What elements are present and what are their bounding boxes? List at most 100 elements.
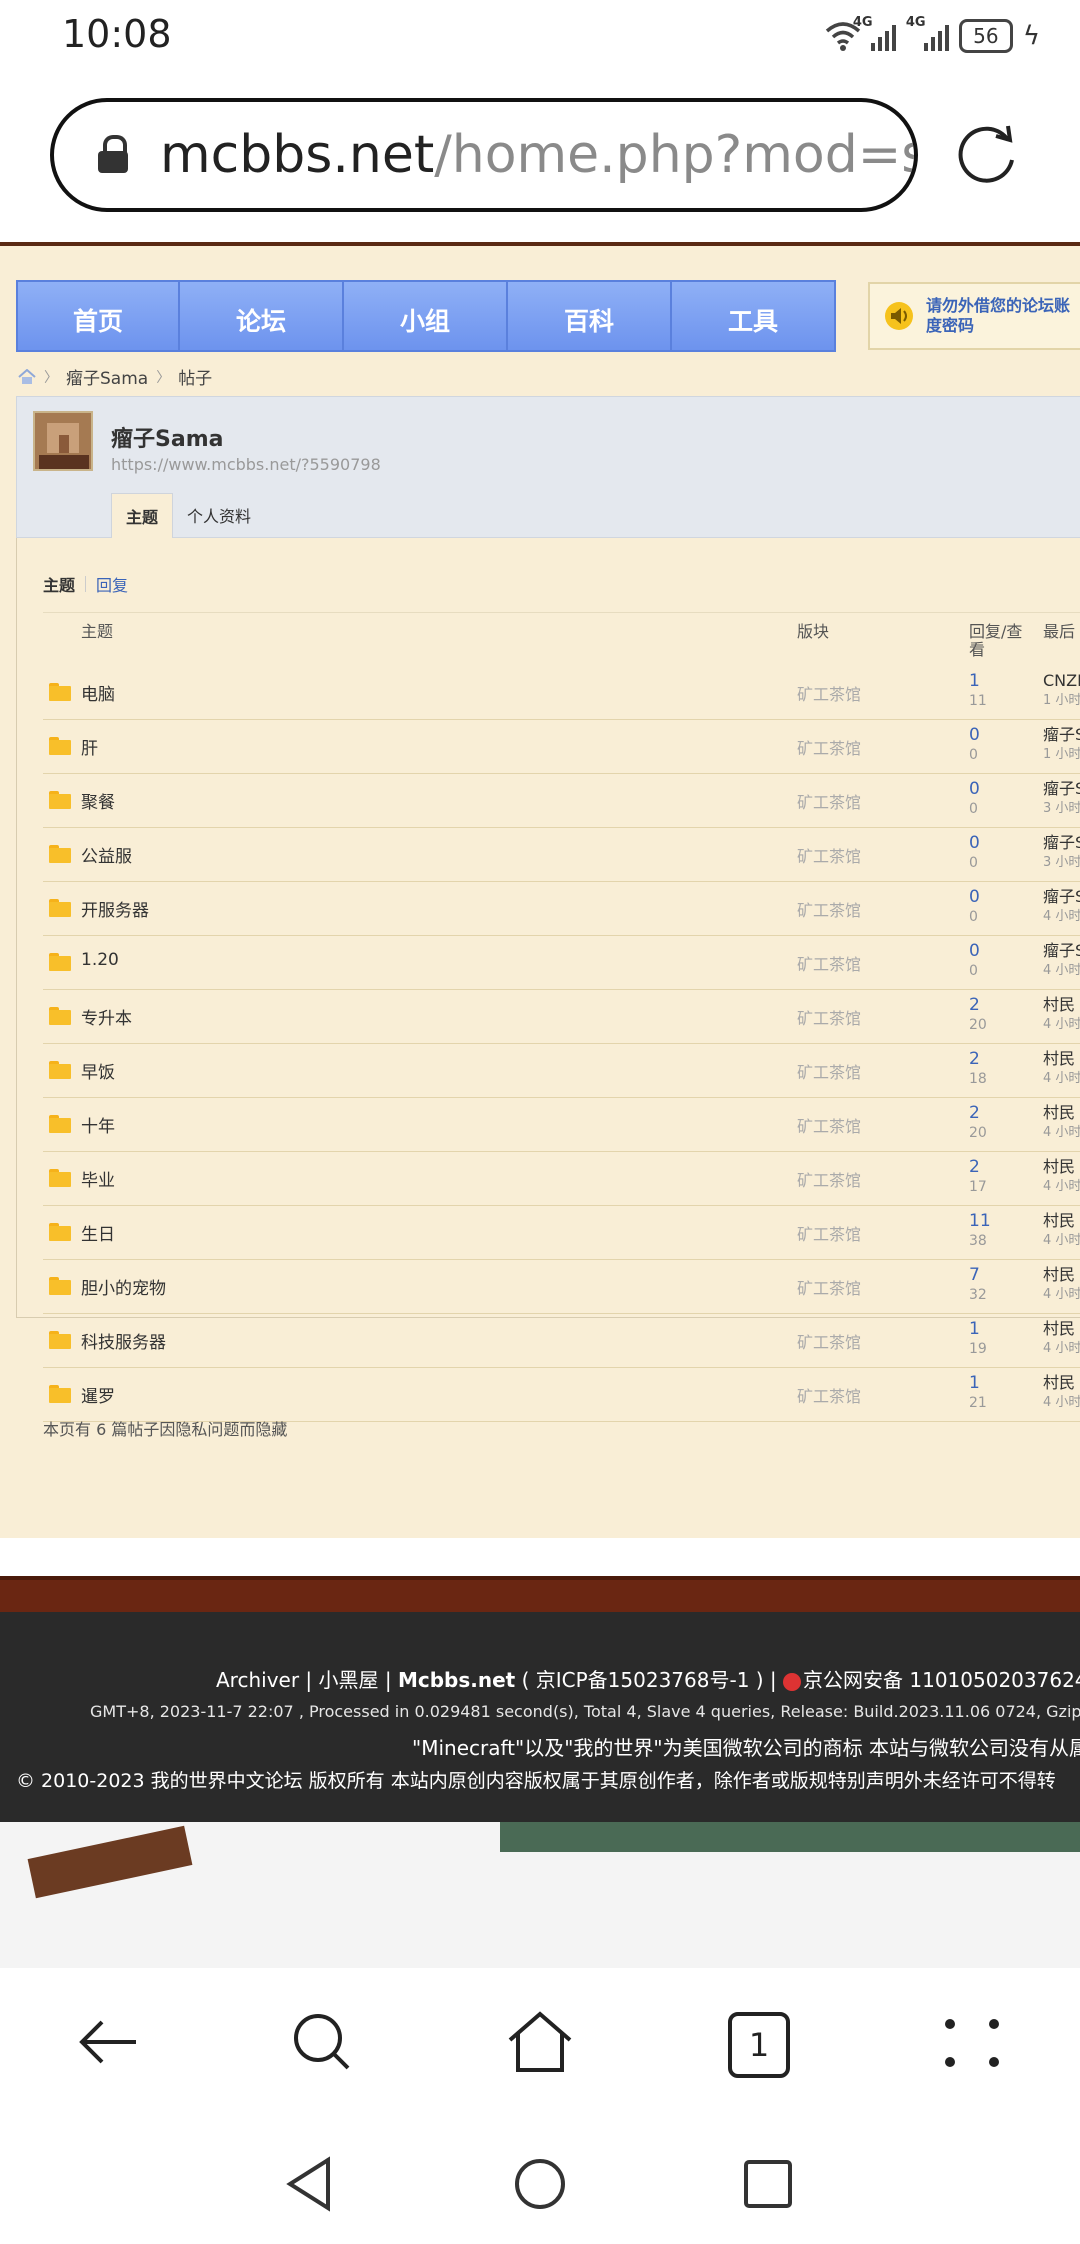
thread-title[interactable]: 1.20 — [81, 950, 119, 970]
thread-reply-count[interactable]: 7 — [969, 1266, 980, 1284]
search-icon[interactable] — [286, 2006, 358, 2078]
thread-last-poster[interactable]: 村民 — [1043, 1266, 1075, 1284]
thread-title[interactable]: 电脑 — [81, 680, 115, 705]
footer-police-record[interactable]: 京公网安备 11010502037624号 | 手机 — [803, 1668, 1080, 1692]
table-row[interactable]: 十年 矿工茶馆 2 20 村民 4 小时 — [43, 1098, 1080, 1152]
thread-forum[interactable]: 矿工茶馆 — [797, 735, 861, 759]
thread-title[interactable]: 暹罗 — [81, 1382, 115, 1407]
thread-title[interactable]: 早饭 — [81, 1058, 115, 1083]
table-row[interactable]: 聚餐 矿工茶馆 0 0 瘤子S 3 小时 — [43, 774, 1080, 828]
nav-forum[interactable]: 论坛 — [180, 280, 344, 352]
thread-forum[interactable]: 矿工茶馆 — [797, 1275, 861, 1299]
thread-title[interactable]: 胆小的宠物 — [81, 1274, 166, 1299]
url-text[interactable]: mcbbs.net/home.php?mod=sp — [160, 125, 914, 185]
table-row[interactable]: 暹罗 矿工茶馆 1 21 村民 4 小时 — [43, 1368, 1080, 1422]
thread-reply-count[interactable]: 0 — [969, 780, 980, 798]
footer-site-name[interactable]: Mcbbs.net — [398, 1668, 515, 1692]
thread-reply-count[interactable]: 11 — [969, 1212, 991, 1230]
thread-forum[interactable]: 矿工茶馆 — [797, 1167, 861, 1191]
table-row[interactable]: 肝 矿工茶馆 0 0 瘤子S 1 小时 — [43, 720, 1080, 774]
tab-threads[interactable]: 主题 — [111, 493, 174, 538]
address-bar[interactable]: mcbbs.net/home.php?mod=sp — [50, 98, 918, 212]
lock-icon[interactable] — [96, 135, 130, 175]
table-row[interactable]: 胆小的宠物 矿工茶馆 7 32 村民 4 小时 — [43, 1260, 1080, 1314]
thread-title[interactable]: 公益服 — [81, 842, 132, 867]
thread-forum[interactable]: 矿工茶馆 — [797, 789, 861, 813]
thread-title[interactable]: 生日 — [81, 1220, 115, 1245]
system-home-icon[interactable] — [512, 2156, 568, 2212]
thread-reply-count[interactable]: 0 — [969, 888, 980, 906]
thread-reply-count[interactable]: 2 — [969, 1104, 980, 1122]
system-back-icon[interactable] — [282, 2156, 338, 2212]
profile-url[interactable]: https://www.mcbbs.net/?5590798 — [111, 455, 381, 474]
thread-last-poster[interactable]: 瘤子S — [1043, 780, 1080, 798]
table-row[interactable]: 专升本 矿工茶馆 2 20 村民 4 小时 — [43, 990, 1080, 1044]
table-row[interactable]: 公益服 矿工茶馆 0 0 瘤子S 3 小时 — [43, 828, 1080, 882]
thread-forum[interactable]: 矿工茶馆 — [797, 951, 861, 975]
thread-forum[interactable]: 矿工茶馆 — [797, 1005, 861, 1029]
thread-last-poster[interactable]: 村民 — [1043, 1050, 1075, 1068]
thread-last-poster[interactable]: CNZI — [1043, 672, 1080, 690]
nav-wiki[interactable]: 百科 — [508, 280, 672, 352]
thread-reply-count[interactable]: 0 — [969, 834, 980, 852]
thread-forum[interactable]: 矿工茶馆 — [797, 1113, 861, 1137]
thread-title[interactable]: 毕业 — [81, 1166, 115, 1191]
thread-title[interactable]: 开服务器 — [81, 896, 149, 921]
profile-name[interactable]: 瘤子Sama — [111, 421, 223, 453]
thread-reply-count[interactable]: 2 — [969, 1050, 980, 1068]
thread-reply-count[interactable]: 0 — [969, 726, 980, 744]
thread-reply-count[interactable]: 0 — [969, 942, 980, 960]
thread-title[interactable]: 专升本 — [81, 1004, 132, 1029]
subtab-replies[interactable]: 回复 — [96, 572, 128, 596]
thread-reply-count[interactable]: 2 — [969, 996, 980, 1014]
home-icon[interactable] — [504, 2006, 576, 2078]
table-row[interactable]: 生日 矿工茶馆 11 38 村民 4 小时 — [43, 1206, 1080, 1260]
tabs-button[interactable]: 1 — [722, 2006, 794, 2078]
subtab-threads[interactable]: 主题 — [43, 572, 75, 596]
thread-title[interactable]: 科技服务器 — [81, 1328, 166, 1353]
footer-archiver-links[interactable]: Archiver | 小黑屋 | — [216, 1668, 398, 1692]
thread-forum[interactable]: 矿工茶馆 — [797, 681, 861, 705]
thread-last-poster[interactable]: 村民 — [1043, 996, 1075, 1014]
thread-last-poster[interactable]: 村民 — [1043, 1374, 1075, 1392]
table-row[interactable]: 毕业 矿工茶馆 2 17 村民 4 小时 — [43, 1152, 1080, 1206]
table-row[interactable]: 开服务器 矿工茶馆 0 0 瘤子S 4 小时 — [43, 882, 1080, 936]
thread-forum[interactable]: 矿工茶馆 — [797, 897, 861, 921]
tab-profile[interactable]: 个人资料 — [173, 493, 265, 537]
reload-icon[interactable] — [956, 122, 1020, 186]
thread-forum[interactable]: 矿工茶馆 — [797, 1221, 861, 1245]
thread-title[interactable]: 十年 — [81, 1112, 115, 1137]
nav-tools[interactable]: 工具 — [672, 280, 836, 352]
back-arrow-icon[interactable] — [72, 2006, 144, 2078]
menu-dots-icon[interactable] — [936, 2006, 1008, 2078]
thread-last-poster[interactable]: 瘤子S — [1043, 888, 1080, 906]
thread-forum[interactable]: 矿工茶馆 — [797, 1059, 861, 1083]
thread-reply-count[interactable]: 2 — [969, 1158, 980, 1176]
nav-home[interactable]: 首页 — [16, 280, 180, 352]
thread-forum[interactable]: 矿工茶馆 — [797, 1383, 861, 1407]
thread-last-poster[interactable]: 村民 — [1043, 1320, 1075, 1338]
home-icon[interactable] — [18, 368, 36, 385]
thread-reply-count[interactable]: 1 — [969, 1320, 980, 1338]
thread-title[interactable]: 聚餐 — [81, 788, 115, 813]
thread-last-poster[interactable]: 瘤子S — [1043, 942, 1080, 960]
thread-reply-count[interactable]: 1 — [969, 1374, 980, 1392]
table-row[interactable]: 电脑 矿工茶馆 1 11 CNZI 1 小时 — [43, 666, 1080, 720]
thread-forum[interactable]: 矿工茶馆 — [797, 843, 861, 867]
thread-title[interactable]: 肝 — [81, 734, 98, 759]
thread-last-poster[interactable]: 瘤子S — [1043, 726, 1080, 744]
table-row[interactable]: 科技服务器 矿工茶馆 1 19 村民 4 小时 — [43, 1314, 1080, 1368]
footer-icp[interactable]: ( 京ICP备15023768号-1 ) | — [515, 1668, 783, 1692]
thread-forum[interactable]: 矿工茶馆 — [797, 1329, 861, 1353]
table-row[interactable]: 1.20 矿工茶馆 0 0 瘤子S 4 小时 — [43, 936, 1080, 990]
table-row[interactable]: 早饭 矿工茶馆 2 18 村民 4 小时 — [43, 1044, 1080, 1098]
thread-last-poster[interactable]: 村民 — [1043, 1104, 1075, 1122]
thread-reply-count[interactable]: 1 — [969, 672, 980, 690]
breadcrumb-user[interactable]: 瘤子Sama — [66, 364, 148, 389]
notice-banner[interactable]: 请勿外借您的论坛账 度密码 — [868, 282, 1080, 350]
thread-last-poster[interactable]: 村民 — [1043, 1212, 1075, 1230]
thread-last-poster[interactable]: 村民 — [1043, 1158, 1075, 1176]
system-recents-icon[interactable] — [740, 2156, 796, 2212]
nav-group[interactable]: 小组 — [344, 280, 508, 352]
avatar[interactable] — [33, 411, 93, 471]
